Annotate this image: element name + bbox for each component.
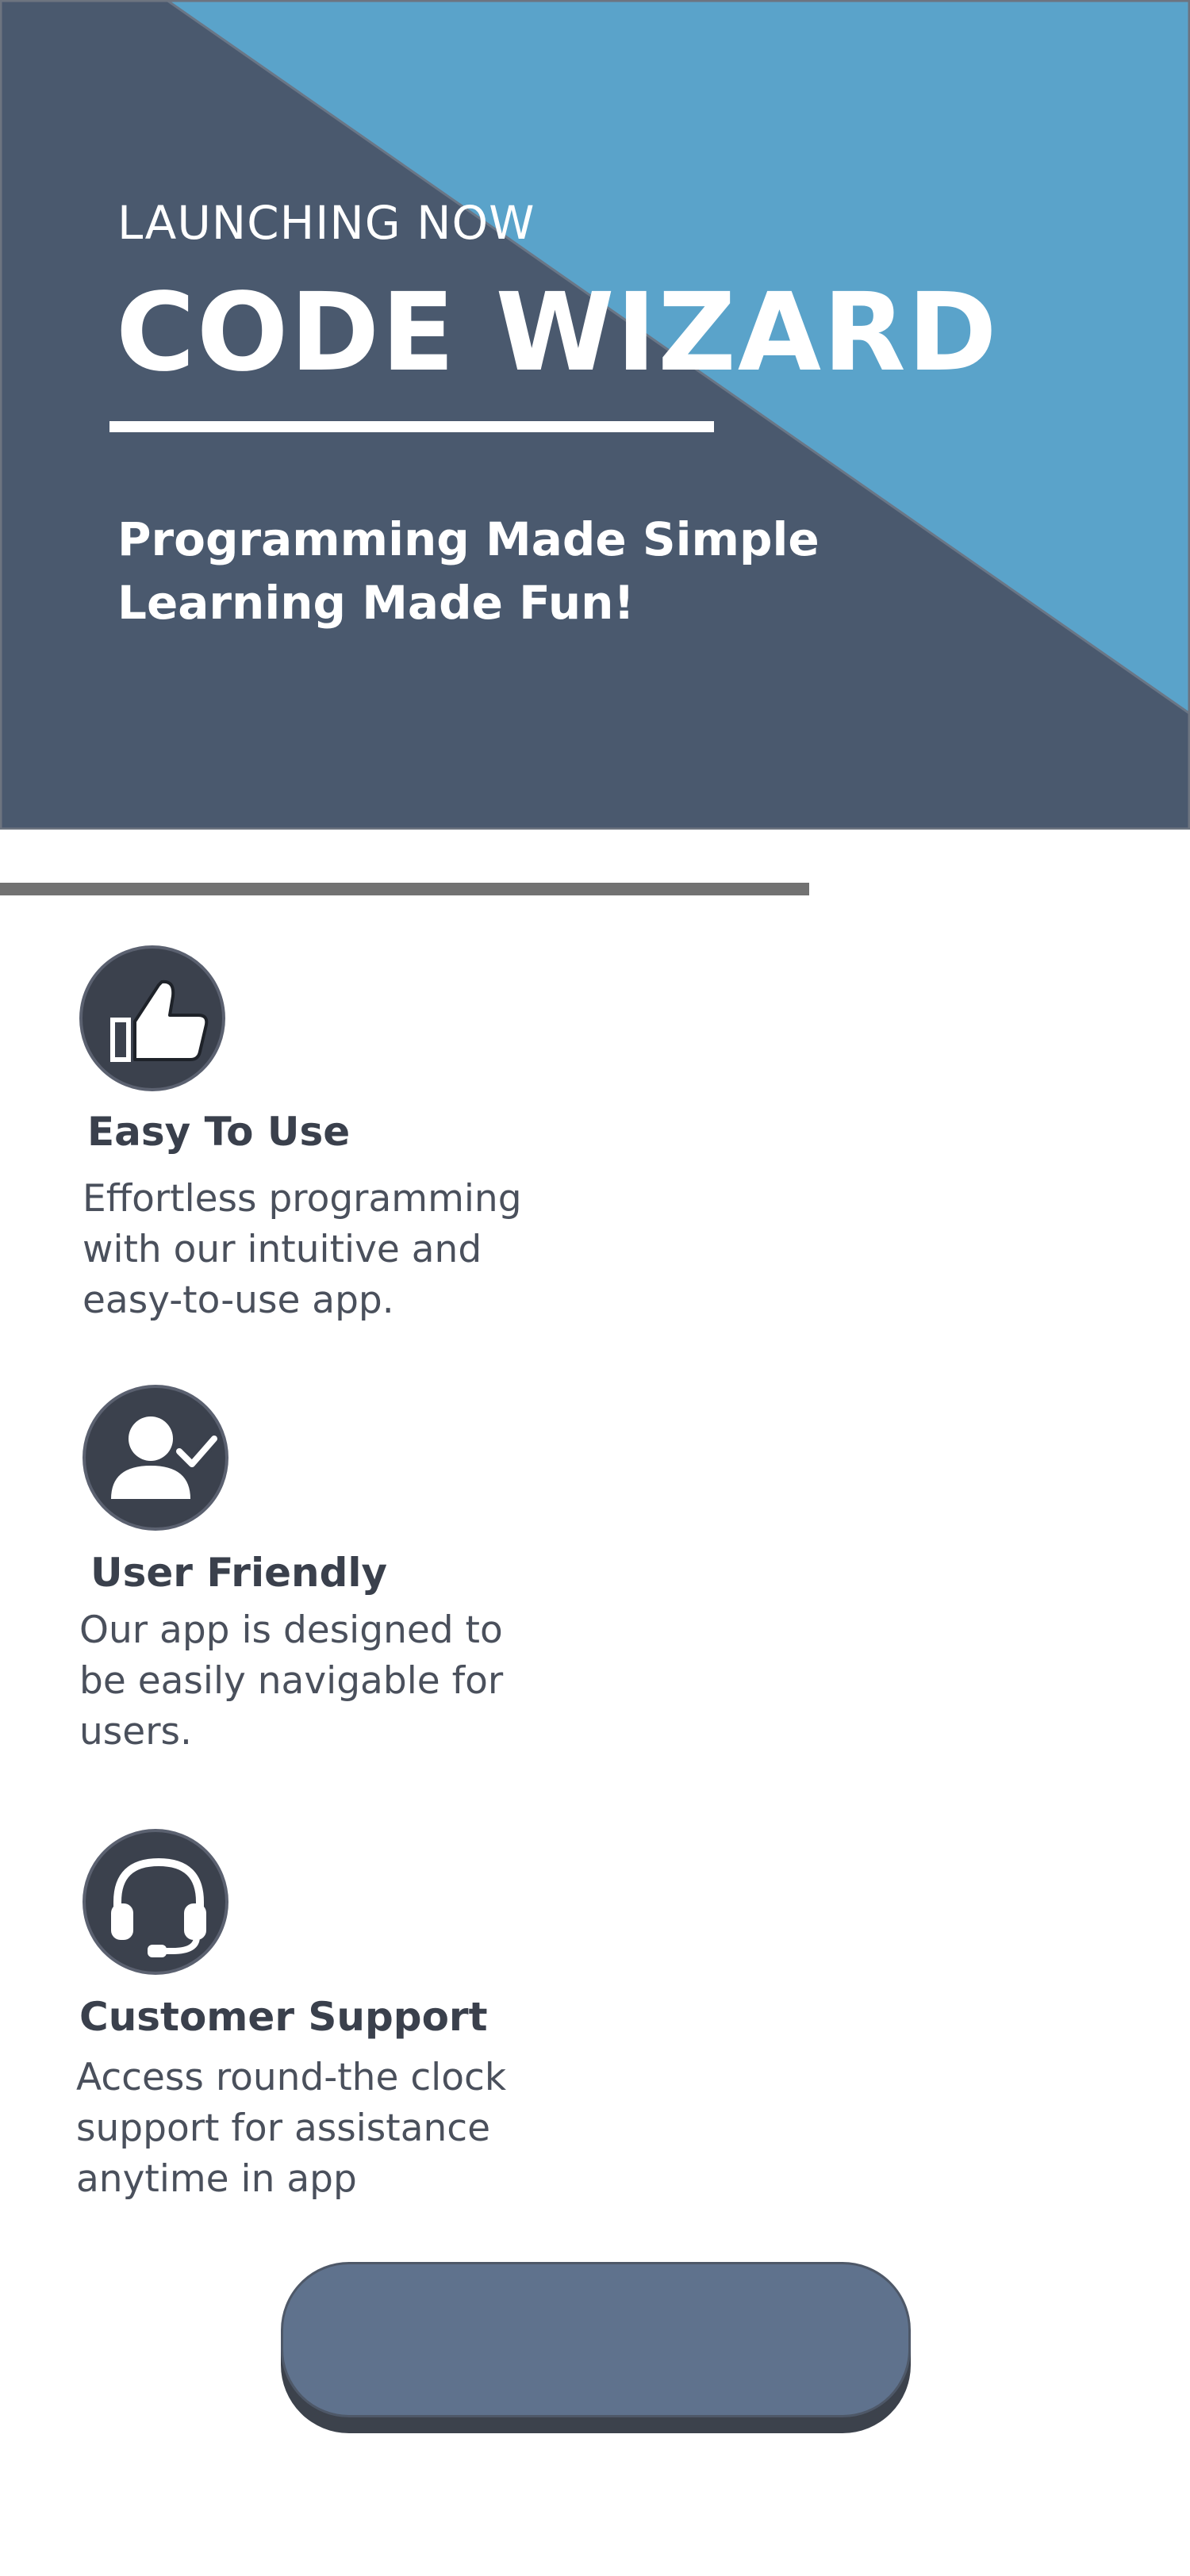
desc-line: support for assistance [76, 2106, 491, 2150]
feature-title-support: Customer Support [79, 1994, 488, 2040]
thumbs-up-icon [79, 945, 225, 1091]
hero-banner: LAUNCHING NOW CODE WIZARD Programming Ma… [0, 0, 1190, 830]
desc-line: be easily navigable for [79, 1659, 504, 1703]
feature-title-easy: Easy To Use [87, 1109, 351, 1155]
title-underline [109, 421, 714, 432]
headset-icon [83, 1829, 228, 1975]
desc-line: Access round-the clock [76, 2056, 507, 2099]
feature-desc-support: Access round-the clock support for assis… [76, 2053, 520, 2205]
feature-desc-easy: Effortless programming with our intuitiv… [83, 1174, 527, 1326]
hero-background [0, 0, 1190, 830]
desc-line: with our intuitive and [83, 1228, 482, 1271]
feature-desc-friendly: Our app is designed to be easily navigab… [79, 1605, 524, 1758]
tagline-line-2: Learning Made Fun! [117, 576, 635, 630]
feature-title-friendly: User Friendly [90, 1550, 388, 1596]
tagline-line-1: Programming Made Simple [117, 512, 820, 566]
desc-line: easy-to-use app. [83, 1278, 394, 1322]
desc-line: Effortless programming [83, 1177, 522, 1221]
hero-tagline: Programming Made Simple Learning Made Fu… [117, 508, 820, 634]
cta-button[interactable] [281, 2262, 911, 2417]
desc-line: anytime in app [76, 2157, 357, 2201]
desc-line: users. [79, 1710, 192, 1754]
hero-kicker: LAUNCHING NOW [117, 196, 536, 250]
section-divider [0, 883, 809, 895]
hero-title: CODE WIZARD [116, 270, 999, 396]
user-check-icon [83, 1385, 228, 1531]
desc-line: Our app is designed to [79, 1608, 503, 1652]
